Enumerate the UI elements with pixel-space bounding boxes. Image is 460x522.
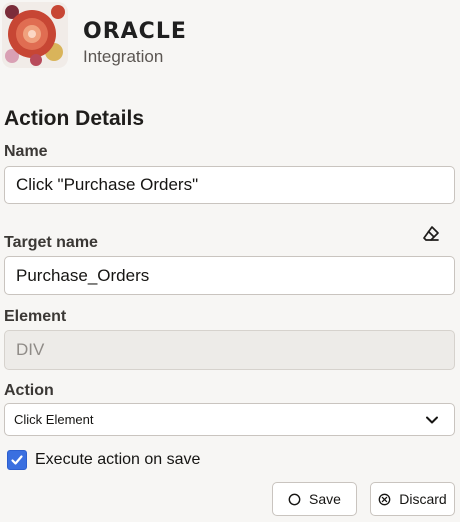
section-title: Action Details bbox=[4, 107, 145, 130]
action-select[interactable]: Click Element bbox=[4, 403, 455, 436]
action-label: Action bbox=[4, 382, 54, 399]
discard-button[interactable]: Discard bbox=[370, 482, 455, 516]
target-name-input[interactable] bbox=[4, 256, 455, 295]
save-circle-icon bbox=[288, 493, 301, 505]
checkmark-icon bbox=[11, 455, 23, 465]
save-button-label: Save bbox=[309, 491, 341, 507]
element-label: Element bbox=[4, 308, 67, 325]
brand-name: ORACLE bbox=[83, 19, 187, 44]
eraser-icon bbox=[423, 226, 439, 241]
chevron-down-icon bbox=[426, 416, 438, 423]
action-select-value: Click Element bbox=[14, 412, 94, 427]
product-name: Integration bbox=[83, 47, 164, 66]
execute-on-save-label: Execute action on save bbox=[35, 451, 201, 468]
name-input[interactable] bbox=[4, 166, 455, 204]
clear-target-button[interactable] bbox=[420, 223, 442, 245]
execute-on-save-row[interactable]: Execute action on save bbox=[7, 449, 200, 471]
oracle-integration-logo bbox=[2, 2, 68, 68]
target-name-label: Target name bbox=[4, 234, 98, 251]
element-input bbox=[4, 330, 455, 370]
brand: ORACLE Integration bbox=[83, 18, 187, 67]
save-button[interactable]: Save bbox=[272, 482, 357, 516]
app-header: ORACLE Integration bbox=[0, 0, 460, 78]
execute-on-save-checkbox[interactable] bbox=[7, 450, 27, 470]
name-label: Name bbox=[4, 143, 48, 160]
discard-x-circle-icon bbox=[378, 493, 391, 505]
discard-button-label: Discard bbox=[399, 491, 447, 507]
